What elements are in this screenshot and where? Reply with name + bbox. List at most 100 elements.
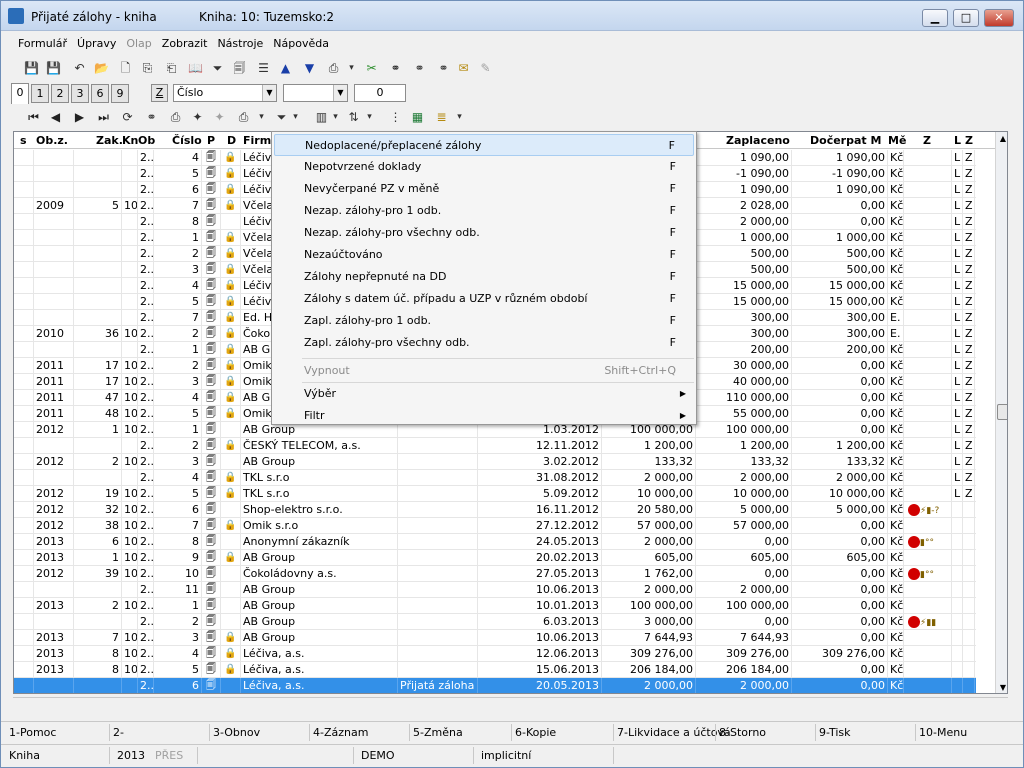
- first-record-icon[interactable]: ⏮: [25, 109, 42, 126]
- fkey-4[interactable]: 4-Záznam: [313, 726, 368, 739]
- maximize-button[interactable]: □: [953, 9, 979, 27]
- table-row[interactable]: 2.. 11 🗐 AB Group 10.06.2013 2 000,00 2 000,00…: [14, 582, 976, 598]
- table-row-selected[interactable]: 2.. 6 🗐 Léčiva, a.s. Přijatá záloha 20.05.201…: [14, 678, 976, 693]
- chevron-down-icon[interactable]: ▼: [333, 85, 347, 101]
- tab-3[interactable]: 3: [71, 84, 89, 103]
- chevron-down-icon[interactable]: ▼: [262, 85, 276, 101]
- tab-9[interactable]: 9: [111, 84, 129, 103]
- refresh-icon[interactable]: ⟳: [119, 109, 136, 126]
- column-header[interactable]: D: [227, 134, 236, 147]
- tab-0[interactable]: 0: [11, 83, 29, 104]
- sort-az-icon[interactable]: ⇅: [345, 109, 362, 126]
- z-button[interactable]: Z: [151, 84, 168, 102]
- table-row[interactable]: 2013 8 10 2.. 5 🗐 🔒 Léčiva, a.s. 15.06.2013 206 1…: [14, 662, 976, 678]
- menu-item-choose[interactable]: Výběr ▶: [274, 383, 694, 405]
- binoculars-replace-icon[interactable]: ⚭: [435, 60, 452, 77]
- minimize-button[interactable]: ▁: [922, 9, 948, 27]
- tab-6[interactable]: 6: [91, 84, 109, 103]
- fkey-6[interactable]: 6-Kopie: [515, 726, 556, 739]
- undo-icon[interactable]: ↶: [71, 60, 88, 77]
- camera-icon[interactable]: ⎙: [325, 60, 342, 77]
- copy-record-icon[interactable]: ⎗: [163, 60, 180, 77]
- table-row[interactable]: 2012 2 10 2.. 3 🗐 AB Group 3.02.2012 133,32 133,3…: [14, 454, 976, 470]
- fkey-2[interactable]: 2-: [113, 726, 124, 739]
- column-header[interactable]: Ob: [138, 134, 155, 147]
- menu-item-4[interactable]: Nástroje: [212, 35, 268, 52]
- chevron-down-icon[interactable]: ▾: [331, 109, 340, 126]
- stack-icon[interactable]: ☰: [255, 60, 272, 77]
- table-row[interactable]: 2013 2 10 2.. 1 🗐 AB Group 10.01.2013 100 000,00…: [14, 598, 976, 614]
- mail-icon[interactable]: ✉: [455, 60, 472, 77]
- column-header[interactable]: Firm: [243, 134, 271, 147]
- vertical-scrollbar[interactable]: ▲ ▼: [995, 132, 1007, 693]
- filter-menu-item[interactable]: Nevyčerpané PZ v měně F: [274, 178, 694, 200]
- fkey-8[interactable]: 8-Storno: [719, 726, 766, 739]
- chevron-down-icon[interactable]: ▾: [455, 109, 464, 126]
- column-header[interactable]: Zaplaceno: [726, 134, 790, 147]
- scissors-icon[interactable]: ✂: [363, 60, 380, 77]
- funnel-dropdown-icon[interactable]: ▾: [291, 109, 300, 126]
- book-icon[interactable]: 📖: [187, 60, 204, 77]
- chevron-down-icon[interactable]: ▾: [347, 60, 356, 77]
- table-row[interactable]: 2013 1 10 2.. 9 🗐 🔒 AB Group 20.02.2013 605,00 605…: [14, 550, 976, 566]
- list-icon[interactable]: ≣: [433, 109, 450, 126]
- table-row[interactable]: 2012 19 10 2.. 5 🗐 🔒 TKL s.r.o 5.09.2012 10 000,0…: [14, 486, 976, 502]
- camera-icon[interactable]: ⎙: [235, 109, 252, 126]
- table-row[interactable]: 2012 38 10 2.. 7 🗐 🔒 Omik s.r.o 27.12.2012 57 000…: [14, 518, 976, 534]
- filter-menu-item[interactable]: Zapl. zálohy-pro 1 odb. F: [274, 310, 694, 332]
- filter-menu-item[interactable]: Nepotvrzené doklady F: [274, 156, 694, 178]
- menu-item-5[interactable]: Nápověda: [268, 35, 334, 52]
- scroll-up-icon[interactable]: ▲: [996, 132, 1007, 146]
- filter-menu-item[interactable]: Nedoplacené/přeplacené zálohy F: [274, 134, 694, 156]
- table-row[interactable]: 2.. 4 🗐 🔒 TKL s.r.o 31.08.2012 2 000,00 2 000,0…: [14, 470, 976, 486]
- column-header[interactable]: Číslo: [172, 134, 202, 147]
- column-header[interactable]: s: [20, 134, 27, 147]
- open-folder-icon[interactable]: 📂: [93, 60, 110, 77]
- document-filter-icon[interactable]: 🗐: [231, 60, 248, 77]
- fkey-5[interactable]: 5-Změna: [413, 726, 463, 739]
- table-row[interactable]: 2.. 2 🗐 🔒 ČESKÝ TELECOM, a.s. 12.11.2012 1 200…: [14, 438, 976, 454]
- fkey-10[interactable]: 10-Menu: [919, 726, 967, 739]
- copy-icon[interactable]: ⎘: [139, 60, 156, 77]
- prev-record-icon[interactable]: ◀: [47, 109, 64, 126]
- save-icon[interactable]: 💾: [23, 60, 40, 77]
- save-all-icon[interactable]: 💾: [45, 60, 62, 77]
- tab-1[interactable]: 1: [31, 84, 49, 103]
- fkey-7[interactable]: 7-Likvidace a účtová: [617, 726, 731, 739]
- column-header[interactable]: Z: [923, 134, 931, 147]
- column-header[interactable]: P: [207, 134, 215, 147]
- filter-menu-item[interactable]: Zálohy s datem úč. případu a UZP v různé…: [274, 288, 694, 310]
- arrow-down-icon[interactable]: ▼: [301, 60, 318, 77]
- table-row[interactable]: 2.. 2 🗐 AB Group 6.03.2013 3 000,00 0,00 0,00 Kč…: [14, 614, 976, 630]
- fkey-3[interactable]: 3-Obnov: [213, 726, 260, 739]
- find-icon[interactable]: ⚭: [143, 109, 160, 126]
- table-row[interactable]: 2013 6 10 2.. 8 🗐 Anonymní zákazník 24.05.2013 2…: [14, 534, 976, 550]
- close-button[interactable]: ✕: [984, 9, 1014, 27]
- menu-item-3[interactable]: Zobrazit: [157, 35, 213, 52]
- table-row[interactable]: 2013 8 10 2.. 4 🗐 🔒 Léčiva, a.s. 12.06.2013 309 2…: [14, 646, 976, 662]
- column-header[interactable]: Mě: [888, 134, 906, 147]
- filter-menu-item[interactable]: Nezap. zálohy-pro všechny odb. F: [274, 222, 694, 244]
- scroll-thumb[interactable]: [997, 404, 1007, 420]
- columns-icon[interactable]: ▥: [313, 109, 330, 126]
- menu-item-1[interactable]: Úpravy: [72, 35, 121, 52]
- filter-menu-item[interactable]: Nezap. zálohy-pro 1 odb. F: [274, 200, 694, 222]
- column-header[interactable]: Zak.: [96, 134, 123, 147]
- next-record-icon[interactable]: ▶: [71, 109, 88, 126]
- fkey-9[interactable]: 9-Tisk: [819, 726, 851, 739]
- filter-menu-item[interactable]: Zapl. zálohy-pro všechny odb. F: [274, 332, 694, 354]
- title-bar[interactable]: Přijaté zálohy - kniha Kniha: 10: Tuzems…: [1, 1, 1023, 31]
- chevron-down-icon[interactable]: ▾: [257, 109, 266, 126]
- funnel-icon[interactable]: ⏷: [273, 109, 290, 126]
- excel-icon[interactable]: ▦: [409, 109, 426, 126]
- counter-field[interactable]: 0: [354, 84, 406, 102]
- filter-menu-item[interactable]: Zálohy nepřepnuté na DD F: [274, 266, 694, 288]
- fkey-1[interactable]: 1-Pomoc: [9, 726, 56, 739]
- menu-item-0[interactable]: Formulář: [13, 35, 72, 52]
- column-header[interactable]: Z: [965, 134, 973, 147]
- menu-item-filter[interactable]: Filtr ▶: [274, 405, 694, 427]
- column-header[interactable]: L: [954, 134, 961, 147]
- arrow-up-icon[interactable]: ▲: [277, 60, 294, 77]
- column-header[interactable]: Ob.z.: [36, 134, 68, 147]
- filter-menu-item[interactable]: Nezaúčtováno F: [274, 244, 694, 266]
